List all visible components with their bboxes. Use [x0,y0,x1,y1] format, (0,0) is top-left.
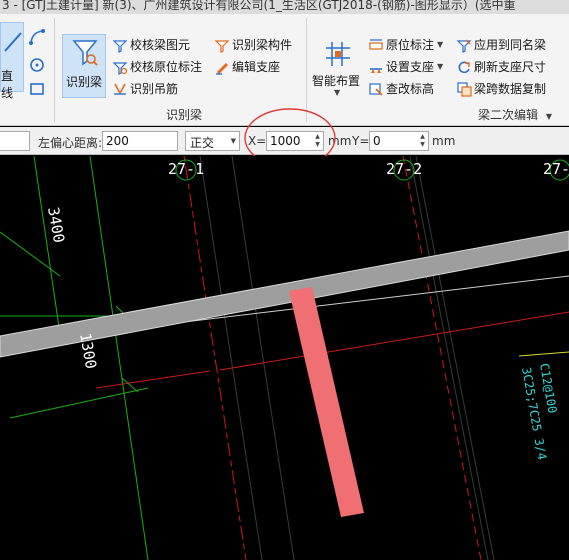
axis-label-27-2: 27-2 [386,160,422,178]
annotation-leader [518,351,569,357]
check-beam-icon [112,37,128,53]
chevron-down-icon: ▼ [437,62,444,71]
axis-marker-27-2: 27-2 [386,159,422,181]
funnel-search-icon [72,40,98,66]
refresh-support-size-label: 刷新支座尺寸 [474,60,547,74]
chevron-down-icon: ▼ [334,88,341,97]
line-tool-icon [4,32,22,52]
dimension-3400: 3400 [44,206,68,245]
y-value: 0 [373,134,381,148]
check-original-annotation-label: 校核原位标注 [130,60,203,74]
x-spinner[interactable]: ▲ ▼ [313,133,322,149]
edit-support-button[interactable]: 编辑支座 [214,58,280,75]
group-label-recognize-beam: 识别梁 [166,108,203,122]
ribbon: 直线 识别梁 校核梁图元 校核原位标注 识别吊筋 识别梁构件 编辑支座 识别梁 … [0,14,569,126]
partial-input[interactable] [0,131,30,151]
group-label-text: 梁二次编辑 [478,108,539,122]
copy-icon [456,81,472,97]
arc-tool-icon[interactable] [28,28,46,46]
beam-span-copy-label: 梁跨数据复制 [474,82,547,96]
left-offset-label: 左偏心距离: [38,136,103,150]
recognize-hanger-bar-button[interactable]: 识别吊筋 [112,80,178,97]
ribbon-separator [54,18,55,122]
elevation-icon [368,81,384,97]
original-annotation-button[interactable]: 原位标注 ▼ [368,36,443,53]
axis-marker-27-3: 27- [543,159,569,181]
refresh-icon [456,59,472,75]
beam-span-copy-button[interactable]: 梁跨数据复制 [456,80,546,97]
set-support-label: 设置支座 [386,60,435,74]
y-coordinate-input[interactable]: 0 ▲ ▼ [369,131,429,151]
annotation-icon [368,37,384,53]
circle-tool-icon[interactable] [28,56,46,74]
property-toolbar: 左偏心距离: 200 正交 ▼ X= 1000 ▲ ▼ mm Y= 0 ▲ ▼ mm [0,127,569,155]
window-title-bar: 3 - [GTJ土建计量] 新(3)、广州建筑设计有限公司(1_生活区(GTJ2… [0,0,569,14]
green-dimension-lines [0,156,149,560]
x-label: X= [248,134,267,148]
edit-support-label: 编辑支座 [232,60,281,74]
check-beam-element-label: 校核梁图元 [130,38,191,52]
check-beam-element-button[interactable]: 校核梁图元 [112,36,190,53]
red-grid-lines [95,156,569,560]
group-label-beam-secondary-edit: 梁二次编辑 ▼ [478,106,552,123]
apply-same-name-beam-label: 应用到同名梁 [474,38,547,52]
apply-same-name-beam-button[interactable]: 应用到同名梁 [456,36,546,53]
axis-marker-27-1: 27-1 [168,159,204,181]
ribbon-separator [306,18,307,122]
chevron-down-icon: ▼ [230,137,236,145]
recognize-beam-member-label: 识别梁构件 [232,38,293,52]
selected-beam-element[interactable] [289,287,364,517]
recognize-beam-label: 识别梁 [66,75,103,89]
y-spinner[interactable]: ▲ ▼ [418,133,427,149]
x-coordinate-input[interactable]: 1000 ▲ ▼ [266,131,324,151]
chevron-down-icon: ▼ [437,40,444,49]
recognize-beam-member-button[interactable]: 识别梁构件 [214,36,292,53]
check-original-annotation-button[interactable]: 校核原位标注 [112,58,202,75]
left-offset-input[interactable]: 200 [102,131,178,151]
left-offset-value: 200 [106,134,129,148]
smart-layout-label: 智能布置 [312,74,361,88]
edit-support-icon [214,59,230,75]
cad-drawing[interactable]: 27-1 27-2 27- 3400 1300 C12@100 3C25;7C2… [0,156,569,560]
beam-member-icon [214,37,230,53]
set-support-icon [368,59,384,75]
recognize-beam-button[interactable]: 识别梁 [62,34,106,98]
chevron-down-icon[interactable]: ▼ [546,112,552,121]
apply-same-icon [456,37,472,53]
set-support-button[interactable]: 设置支座 ▼ [368,58,443,75]
window-title: 3 - [GTJ土建计量] 新(3)、广州建筑设计有限公司(1_生活区(GTJ2… [2,0,516,12]
x-value: 1000 [270,134,301,148]
x-unit-label: mm [328,134,352,148]
grid-layout-icon [326,42,350,66]
recognize-hanger-bar-label: 识别吊筋 [130,82,179,96]
y-label: Y= [352,134,370,148]
mode-value: 正交 [190,136,215,150]
original-annotation-label: 原位标注 [386,38,435,52]
refresh-support-size-button[interactable]: 刷新支座尺寸 [456,58,546,75]
draw-line-tool[interactable]: 直线 [0,22,24,100]
hanger-bar-icon [112,81,128,97]
axis-label-27-partial: 27- [543,160,569,178]
draw-line-label: 直线 [1,69,14,100]
check-annotation-icon [112,59,128,75]
check-elevation-label: 查改标高 [386,82,435,96]
mode-select[interactable]: 正交 ▼ [185,131,240,151]
y-unit-label: mm [432,134,456,148]
axis-label-27-1: 27-1 [168,160,204,178]
rect-tool-icon[interactable] [28,80,46,98]
check-elevation-button[interactable]: 查改标高 [368,80,434,97]
drawing-canvas[interactable]: 27-1 27-2 27- 3400 1300 C12@100 3C25;7C2… [0,156,569,560]
smart-layout-button[interactable]: 智能布置 ▼ [310,36,366,100]
